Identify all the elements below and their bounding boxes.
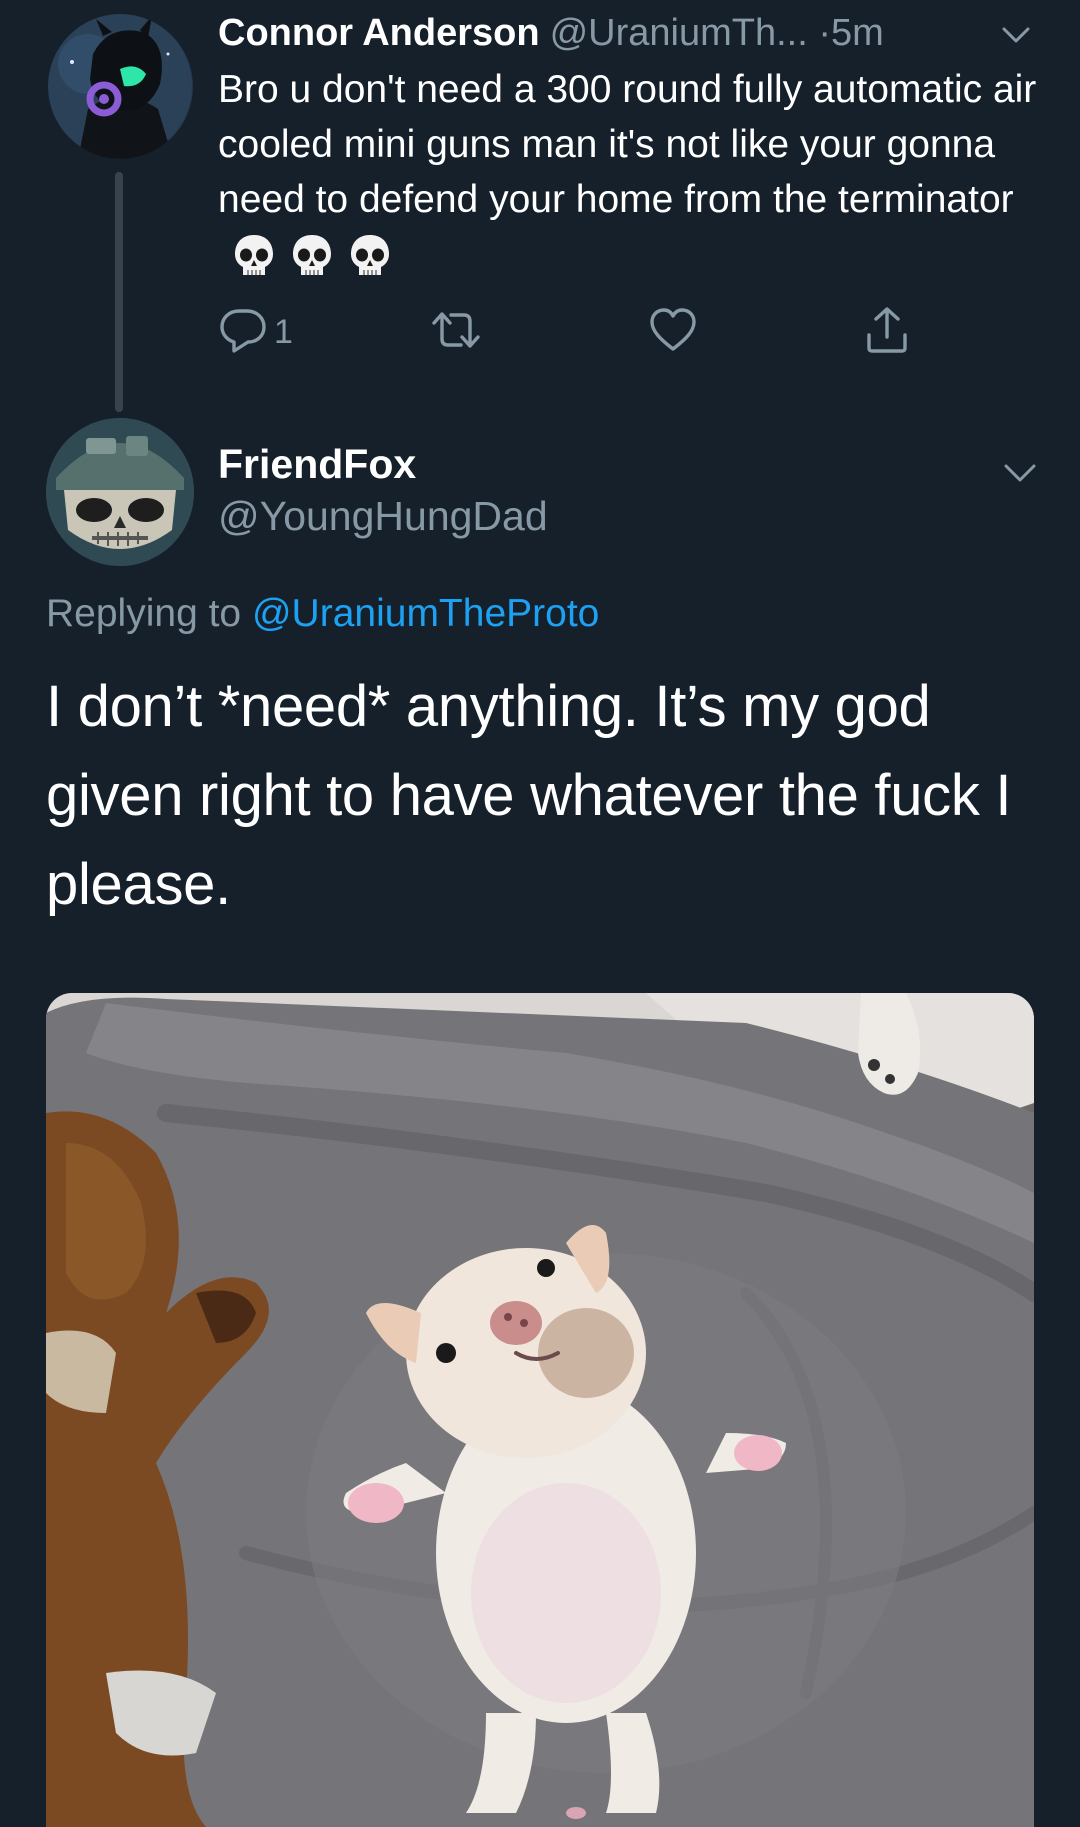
main-tweet-text: I don’t *need* anything. It’s my god giv… (46, 674, 1012, 917)
replying-to-line: Replying to @UraniumTheProto (46, 586, 599, 642)
parent-tweet-body: Bro u don't need a 300 round fully autom… (218, 68, 1037, 221)
skull-emoji (348, 233, 392, 294)
parent-timestamp[interactable]: 5m (831, 12, 884, 54)
retweet-icon (432, 312, 480, 348)
chevron-down-icon[interactable] (1000, 20, 1032, 50)
parent-separator: · (818, 12, 831, 54)
parent-avatar[interactable] (48, 14, 193, 159)
main-avatar[interactable] (46, 418, 194, 566)
reply-count: 1 (274, 313, 293, 351)
replying-prefix: Replying to (46, 592, 242, 635)
main-display-name[interactable]: FriendFox (218, 436, 416, 492)
retweet-button[interactable] (428, 305, 488, 361)
avatar-art (48, 14, 193, 159)
parent-tweet-header: Connor Anderson @UraniumTh... ·5m (218, 8, 1018, 58)
parent-handle[interactable]: @UraniumTh... (550, 12, 808, 54)
avatar-art (46, 418, 194, 566)
replying-to-mention[interactable]: @UraniumTheProto (252, 592, 599, 635)
reply-icon (220, 309, 266, 353)
like-button[interactable] (648, 305, 708, 361)
share-button[interactable] (862, 305, 922, 361)
main-handle[interactable]: @YoungHungDad (218, 488, 548, 544)
tweet-photo[interactable] (46, 993, 1034, 1827)
thread-connector-line (115, 172, 123, 412)
parent-display-name[interactable]: Connor Anderson (218, 12, 540, 54)
skull-emoji (290, 233, 334, 294)
puppy-photo (46, 993, 1034, 1827)
share-icon (867, 307, 907, 353)
parent-tweet-text: Bro u don't need a 300 round fully autom… (218, 62, 1038, 294)
skull-emoji (232, 233, 276, 294)
chevron-down-icon[interactable] (1000, 456, 1040, 490)
heart-icon (650, 308, 696, 351)
reply-button[interactable]: 1 (218, 305, 328, 361)
